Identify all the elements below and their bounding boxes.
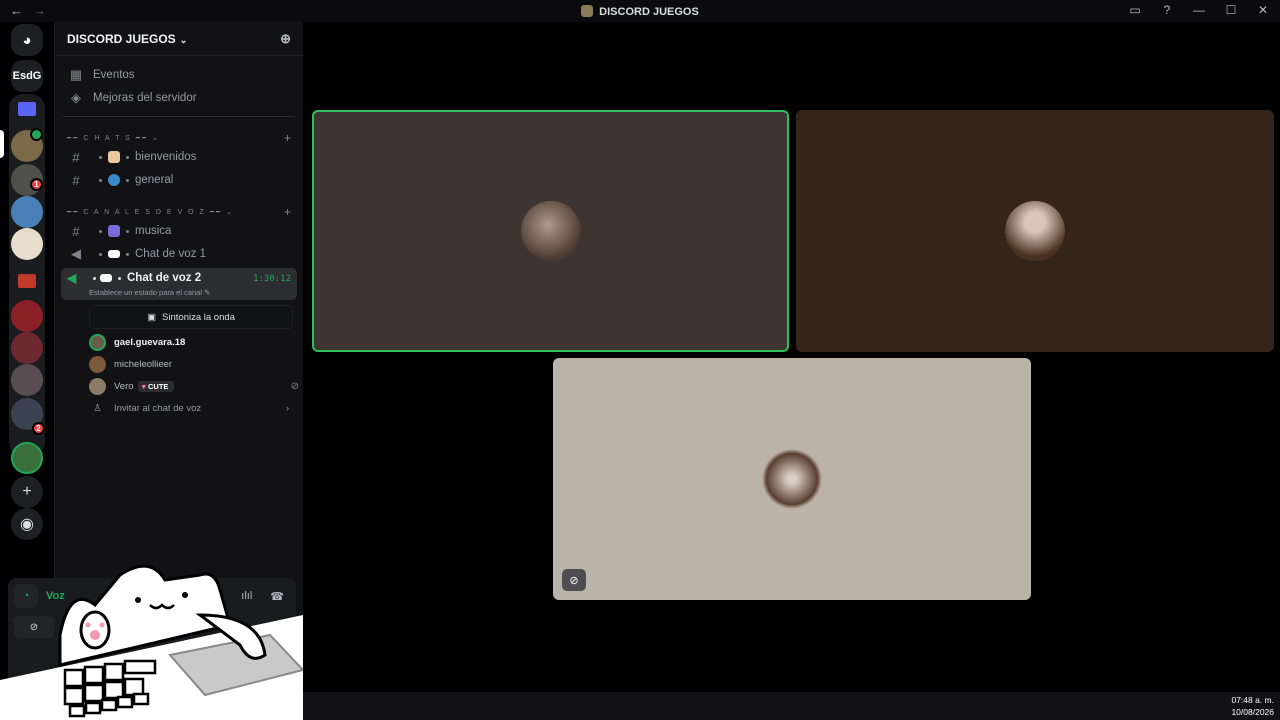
participant-avatar bbox=[520, 201, 581, 261]
unread-badge: 2 bbox=[32, 422, 45, 435]
direct-messages-icon[interactable]: ◕ bbox=[11, 24, 43, 56]
hashtag-icon: # bbox=[72, 149, 80, 165]
server-icon-3[interactable] bbox=[11, 196, 43, 228]
folder-icon bbox=[18, 274, 36, 288]
minimize-icon[interactable]: — bbox=[1192, 3, 1206, 17]
unread-badge: 1 bbox=[30, 178, 43, 191]
heart-icon: ♥ bbox=[141, 381, 146, 391]
channel-musica[interactable]: # musica bbox=[63, 220, 295, 242]
server-esdg[interactable]: EsdG bbox=[11, 60, 43, 92]
add-server-icon[interactable]: + bbox=[11, 476, 43, 508]
system-clock[interactable]: 07:48 a. m. 10/08/2026 bbox=[1231, 694, 1274, 718]
category-label: ━━ C H A T S ━━ ⌄ bbox=[67, 135, 161, 142]
channel-label: bienvenidos bbox=[135, 151, 197, 163]
channel-label: musica bbox=[135, 225, 172, 237]
member-name: Vero bbox=[114, 380, 134, 392]
member-name: micheleollieer bbox=[114, 358, 173, 370]
server-icon-9[interactable] bbox=[11, 442, 43, 474]
boost-label: Mejoras del servidor bbox=[93, 92, 197, 104]
window-controls: ▭ ? — ☐ ✕ bbox=[1128, 3, 1270, 17]
channel-label: general bbox=[135, 174, 174, 186]
notification-badge bbox=[30, 128, 43, 141]
boost-icon: ◈ bbox=[71, 90, 81, 105]
category-label: ━━ C A N A L E S D E V O Z ━━ ⌄ bbox=[67, 209, 234, 216]
participant-avatar bbox=[762, 449, 822, 509]
chat-bubble-emoji-icon bbox=[108, 250, 120, 258]
channel-label: Chat de voz 2 bbox=[127, 272, 202, 284]
discover-icon[interactable]: ◉ bbox=[11, 508, 43, 540]
server-thumb-icon bbox=[581, 5, 594, 17]
clock-time: 07:48 a. m. bbox=[1231, 695, 1274, 705]
tune-in-label: Sintoniza la onda bbox=[162, 311, 235, 323]
channel-bienvenidos[interactable]: # bienvenidos bbox=[63, 146, 295, 168]
avatar bbox=[89, 377, 106, 395]
add-person-icon: ♙ bbox=[93, 402, 102, 414]
maximize-icon[interactable]: ☐ bbox=[1224, 3, 1238, 17]
channel-label: Chat de voz 1 bbox=[135, 248, 206, 260]
channel-status-prompt[interactable]: Establece un estado para el canal ✎ bbox=[89, 288, 210, 297]
taskbar: 07:48 a. m. 10/08/2026 bbox=[303, 692, 1280, 720]
globe-emoji-icon bbox=[108, 174, 120, 186]
music-emoji-icon bbox=[108, 225, 120, 237]
close-icon[interactable]: ✕ bbox=[1256, 3, 1270, 17]
hashtag-icon: # bbox=[72, 172, 80, 188]
clock-date: 10/08/2026 bbox=[1231, 707, 1274, 717]
voice-member[interactable]: micheleollieer bbox=[89, 354, 172, 374]
hashtag-icon: # bbox=[72, 223, 80, 239]
add-channel-icon[interactable]: + bbox=[284, 131, 291, 145]
muted-mic-icon: ⊘ bbox=[562, 569, 586, 591]
participant-avatar bbox=[1005, 201, 1065, 261]
voice-member[interactable]: Vero ♥ CUTE ⊘ bbox=[89, 376, 299, 396]
channel-voz-1[interactable]: ◀ Chat de voz 1 bbox=[63, 243, 295, 265]
active-channel-title: ◀ Chat de voz 2 bbox=[67, 271, 201, 285]
server-boost-item[interactable]: ◈ Mejoras del servidor bbox=[63, 87, 295, 109]
invite-to-voice-button[interactable]: ♙ Invitar al chat de voz › bbox=[89, 399, 289, 417]
muted-mic-icon: ⊘ bbox=[290, 380, 299, 392]
add-user-icon[interactable]: ⊕ bbox=[280, 31, 291, 47]
avatar bbox=[89, 355, 106, 373]
window-title-text: DISCORD JUEGOS bbox=[599, 6, 699, 18]
call-duration: 1:30:12 bbox=[253, 274, 291, 284]
category-chats[interactable]: ━━ C H A T S ━━ ⌄ + bbox=[67, 131, 291, 145]
bongo-cat-overlay bbox=[0, 564, 303, 720]
invite-label: Invitar al chat de voz bbox=[114, 402, 202, 414]
add-channel-icon[interactable]: + bbox=[284, 205, 291, 219]
inbox-icon[interactable]: ▭ bbox=[1128, 3, 1142, 17]
server-header[interactable]: DISCORD JUEGOS ⌄ ⊕ bbox=[55, 22, 303, 56]
server-icon-6[interactable] bbox=[11, 332, 43, 364]
server-name: DISCORD JUEGOS ⌄ bbox=[67, 31, 188, 46]
channel-general[interactable]: # general bbox=[63, 169, 295, 191]
speaker-active-icon: ◀ bbox=[67, 271, 77, 285]
divider bbox=[63, 116, 295, 117]
server-icon-7[interactable] bbox=[11, 364, 43, 396]
selected-indicator bbox=[0, 130, 4, 158]
wave-emoji-icon bbox=[108, 151, 120, 163]
chevron-right-icon: › bbox=[285, 402, 289, 414]
member-name: gael.guevara.18 bbox=[114, 336, 186, 348]
activity-icon: ▣ bbox=[147, 311, 157, 323]
participant-tile-speaking[interactable] bbox=[312, 110, 789, 352]
tune-in-button[interactable]: ▣ Sintoniza la onda bbox=[89, 305, 293, 329]
avatar bbox=[89, 333, 106, 351]
server-icon-5[interactable] bbox=[11, 300, 43, 332]
server-icon-puppy[interactable] bbox=[11, 228, 43, 260]
member-tag: ♥ CUTE bbox=[137, 380, 175, 392]
voice-video-grid: ⊘ bbox=[303, 22, 1280, 692]
help-icon[interactable]: ? bbox=[1160, 3, 1174, 17]
chevron-down-icon: ⌄ bbox=[179, 34, 188, 45]
folder-icon bbox=[18, 102, 36, 116]
voice-member[interactable]: gael.guevara.18 bbox=[89, 332, 185, 352]
channel-voz-2-active[interactable]: ◀ Chat de voz 2 1:30:12 Establece un est… bbox=[61, 268, 297, 300]
speaker-icon: ◀ bbox=[71, 246, 81, 261]
chat-bubble-emoji-icon bbox=[100, 274, 112, 282]
participant-tile[interactable]: ⊘ bbox=[553, 358, 1031, 600]
participant-tile[interactable] bbox=[796, 110, 1274, 352]
title-bar: ← → DISCORD JUEGOS ▭ ? — ☐ ✕ bbox=[0, 0, 1280, 22]
events-label: Eventos bbox=[93, 69, 135, 81]
events-item[interactable]: ▦ Eventos bbox=[63, 64, 295, 86]
window-title: DISCORD JUEGOS bbox=[0, 5, 1280, 18]
calendar-icon: ▦ bbox=[69, 67, 83, 82]
category-voice[interactable]: ━━ C A N A L E S D E V O Z ━━ ⌄ + bbox=[67, 205, 291, 219]
